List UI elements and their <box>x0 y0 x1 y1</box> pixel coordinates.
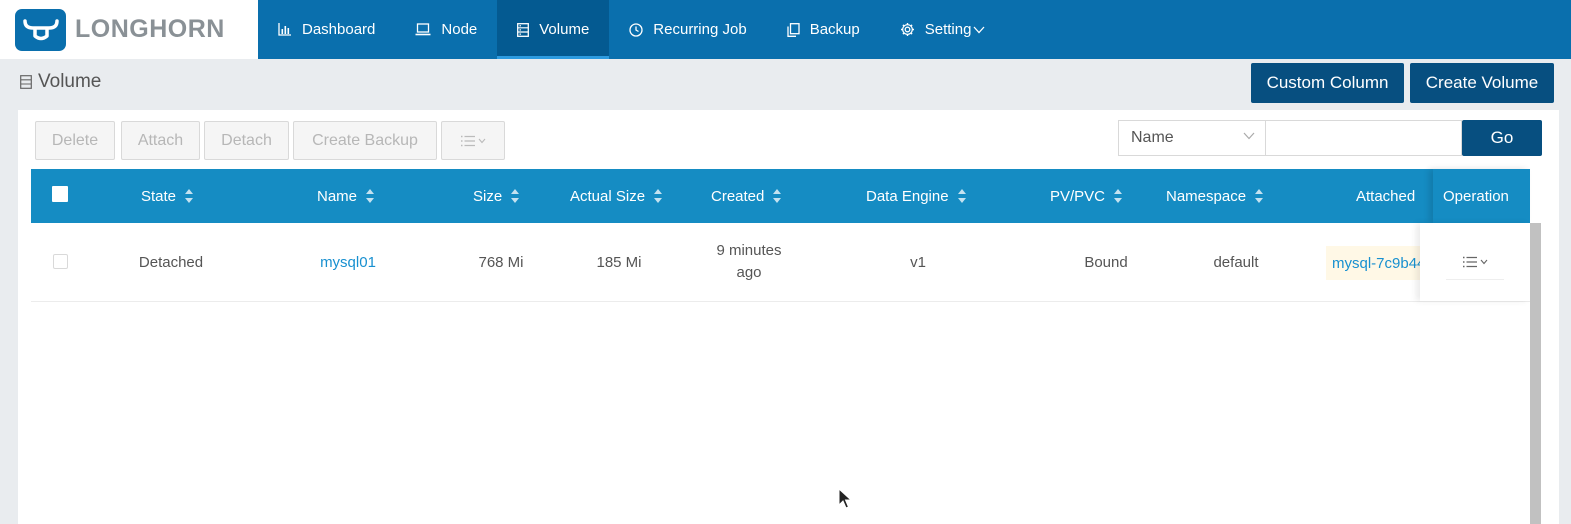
sort-icon <box>957 189 966 203</box>
database-icon <box>20 75 32 89</box>
nav-node-label: Node <box>441 21 478 38</box>
mouse-cursor-icon <box>838 488 852 509</box>
row-operation-menu-button[interactable] <box>1446 244 1504 280</box>
row-pv-pvc: Bound <box>1084 253 1128 271</box>
column-attached[interactable]: Attached <box>1356 169 1415 223</box>
list-icon <box>461 135 486 146</box>
copy-icon <box>787 22 800 37</box>
row-created: 9 minutes ago <box>699 223 799 301</box>
row-checkbox[interactable] <box>53 254 68 269</box>
go-button[interactable]: Go <box>1462 120 1542 156</box>
top-navbar: LONGHORN Dashboard Node Volume Recurring… <box>0 0 1571 59</box>
main-nav: Dashboard Node Volume Recurring Job Back… <box>258 0 1005 59</box>
list-icon <box>1463 256 1488 267</box>
nav-volume-label: Volume <box>539 21 590 38</box>
column-actual-size-label: Actual Size <box>570 187 646 205</box>
column-created[interactable]: Created <box>711 169 782 223</box>
column-size[interactable]: Size <box>473 169 520 223</box>
search-field-value: Name <box>1131 129 1174 146</box>
brand-logo[interactable]: LONGHORN <box>0 0 258 59</box>
table-header: State Name Size Actual Size Created Data… <box>31 169 1530 223</box>
column-attached-label: Attached <box>1356 187 1416 205</box>
custom-column-button[interactable]: Custom Column <box>1251 63 1404 103</box>
select-all-checkbox[interactable] <box>52 186 68 202</box>
nav-dashboard[interactable]: Dashboard <box>258 0 395 59</box>
delete-button[interactable]: Delete <box>35 121 115 160</box>
gear-icon <box>900 23 914 36</box>
column-operation: Operation <box>1433 169 1530 223</box>
nav-setting-label: Setting <box>924 21 972 38</box>
sort-icon <box>511 189 520 203</box>
create-volume-button[interactable]: Create Volume <box>1410 63 1554 103</box>
laptop-icon <box>415 23 431 36</box>
detach-button[interactable]: Detach <box>204 121 289 160</box>
column-pv-pvc[interactable]: PV/PVC <box>1050 169 1123 223</box>
page-title-text: Volume <box>38 71 102 92</box>
column-name[interactable]: Name <box>317 169 375 223</box>
nav-backup[interactable]: Backup <box>767 0 880 59</box>
brand-name: LONGHORN <box>75 15 225 43</box>
column-namespace-label: Namespace <box>1166 187 1247 205</box>
column-data-engine[interactable]: Data Engine <box>866 169 967 223</box>
row-state: Detached <box>138 253 204 271</box>
sort-icon <box>366 189 375 203</box>
table-row: Detached mysql01 768 Mi 185 Mi 9 minutes… <box>31 223 1530 302</box>
create-backup-button[interactable]: Create Backup <box>293 121 437 160</box>
column-actual-size[interactable]: Actual Size <box>570 169 663 223</box>
column-pv-pvc-label: PV/PVC <box>1050 187 1106 205</box>
sort-icon <box>1114 189 1123 203</box>
column-operation-label: Operation <box>1443 187 1509 205</box>
sort-icon <box>773 189 782 203</box>
attach-button[interactable]: Attach <box>121 121 200 160</box>
column-state[interactable]: State <box>141 169 194 223</box>
column-size-label: Size <box>473 187 503 205</box>
column-namespace[interactable]: Namespace <box>1166 169 1264 223</box>
row-created-line1: 9 minutes <box>716 242 782 259</box>
column-created-label: Created <box>711 187 765 205</box>
sort-icon <box>654 189 663 203</box>
row-actual-size: 185 Mi <box>596 253 642 271</box>
search-field-select[interactable]: Name <box>1118 120 1266 156</box>
database-icon <box>517 22 530 37</box>
nav-dashboard-label: Dashboard <box>302 21 376 38</box>
column-data-engine-label: Data Engine <box>866 187 949 205</box>
nav-backup-label: Backup <box>809 21 860 38</box>
row-size: 768 Mi <box>478 253 524 271</box>
sort-icon <box>185 189 194 203</box>
page-title: Volume <box>20 71 101 93</box>
chevron-down-icon <box>973 26 985 33</box>
search-input[interactable] <box>1266 120 1462 156</box>
column-name-label: Name <box>317 187 358 205</box>
volume-card: Delete Attach Detach Create Backup Name … <box>18 110 1559 524</box>
nav-volume[interactable]: Volume <box>497 0 610 59</box>
table-scrollbar[interactable] <box>1530 223 1541 524</box>
clock-icon <box>629 22 643 37</box>
nav-recurring-job[interactable]: Recurring Job <box>609 0 766 59</box>
longhorn-logo-icon <box>15 8 66 51</box>
nav-node[interactable]: Node <box>395 0 497 59</box>
row-name-link[interactable]: mysql01 <box>303 223 393 301</box>
column-state-label: State <box>141 187 177 205</box>
nav-recurring-job-label: Recurring Job <box>653 21 747 38</box>
nav-setting[interactable]: Setting <box>880 0 1006 59</box>
bar-chart-icon <box>278 23 291 36</box>
row-created-line2: ago <box>736 264 762 281</box>
row-operation <box>1420 223 1530 301</box>
chevron-down-icon <box>1243 132 1255 140</box>
sort-icon <box>1255 189 1264 203</box>
row-namespace: default <box>1213 253 1259 271</box>
row-data-engine: v1 <box>910 253 926 271</box>
more-actions-button[interactable] <box>441 121 505 160</box>
